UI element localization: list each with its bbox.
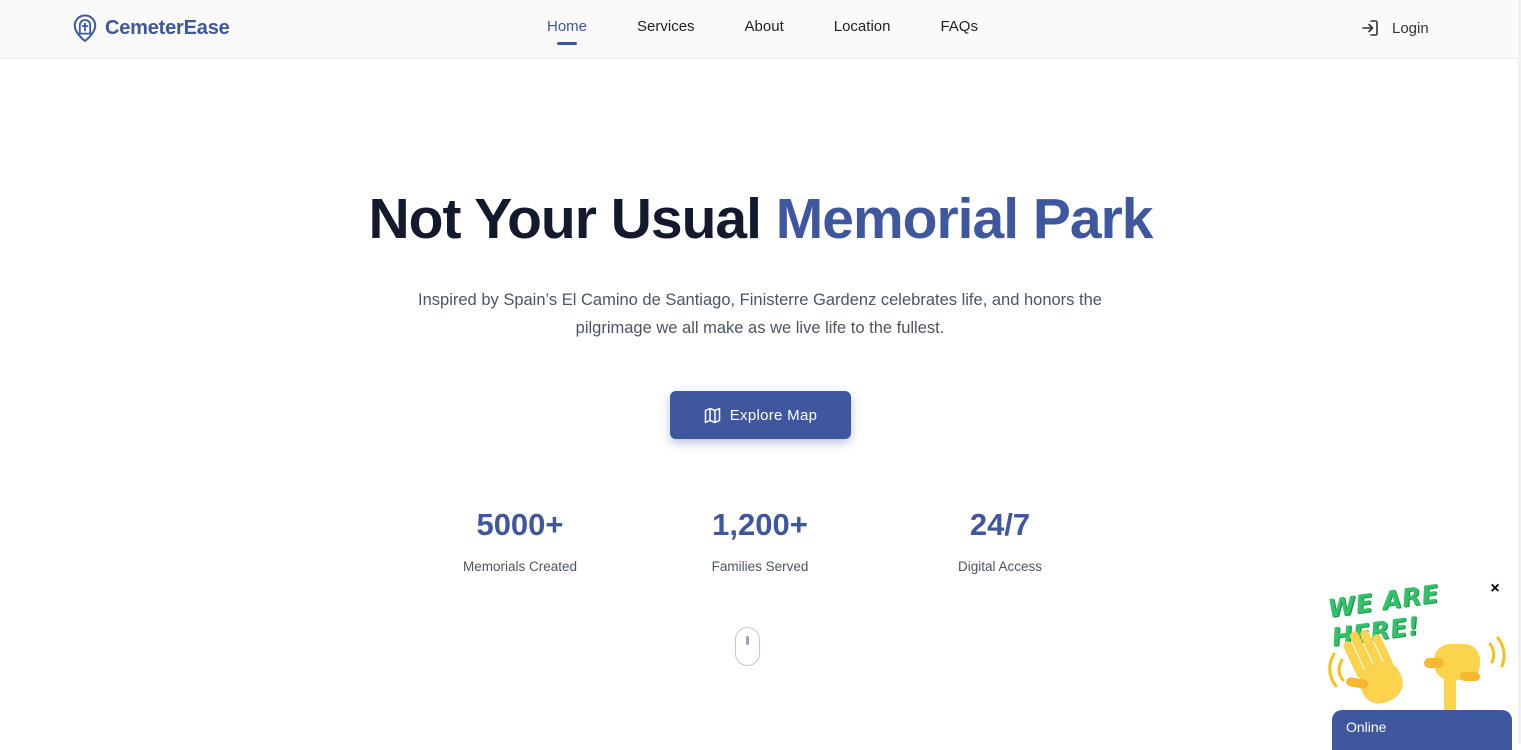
nav-location[interactable]: Location <box>834 0 891 58</box>
hero-title-part1: Not Your Usual <box>368 187 762 251</box>
stat-label: Families Served <box>711 559 809 574</box>
stat-value: 5000+ <box>476 507 564 542</box>
stat-families: 1,200+ Families Served <box>660 505 860 574</box>
hero-subtitle: Inspired by Spain’s El Camino de Santiag… <box>418 291 1102 337</box>
mouse-wheel <box>746 636 749 645</box>
login-button[interactable]: Login <box>1361 17 1429 39</box>
chat-online-bar[interactable]: Online <box>1332 710 1512 750</box>
hero-title: Not Your Usual Memorial Park <box>0 186 1521 252</box>
nav-about[interactable]: About <box>745 0 784 58</box>
stat-digital-access: 24/7 Digital Access <box>900 505 1100 574</box>
stat-label: Digital Access <box>957 559 1043 574</box>
brand-logo[interactable]: CemeterEase <box>73 13 230 43</box>
stat-value: 24/7 <box>969 507 1031 542</box>
map-icon <box>704 407 720 423</box>
scroll-down-icon[interactable] <box>735 627 760 666</box>
waving-hands-icon <box>1328 630 1506 714</box>
explore-map-label: Explore Map <box>729 406 818 424</box>
nav-services[interactable]: Services <box>637 0 695 58</box>
chat-status-label: Online <box>1346 719 1387 735</box>
explore-map-button[interactable]: Explore Map <box>670 391 851 439</box>
brand-name: CemeterEase <box>105 16 230 39</box>
location-pin-cross-icon <box>73 14 97 42</box>
hero-title-accent: Memorial Park <box>775 187 1154 251</box>
top-navbar: CemeterEase Home Services About Location… <box>0 0 1521 59</box>
login-arrow-icon <box>1362 20 1378 36</box>
main-nav: Home Services About Location FAQs <box>547 0 1028 58</box>
stat-value: 1,200+ <box>712 507 808 542</box>
stat-memorials: 5000+ Memorials Created <box>420 505 620 574</box>
login-label: Login <box>1392 19 1429 37</box>
stat-label: Memorials Created <box>462 559 578 574</box>
nav-faqs[interactable]: FAQs <box>940 0 978 58</box>
nav-home[interactable]: Home <box>547 0 587 58</box>
